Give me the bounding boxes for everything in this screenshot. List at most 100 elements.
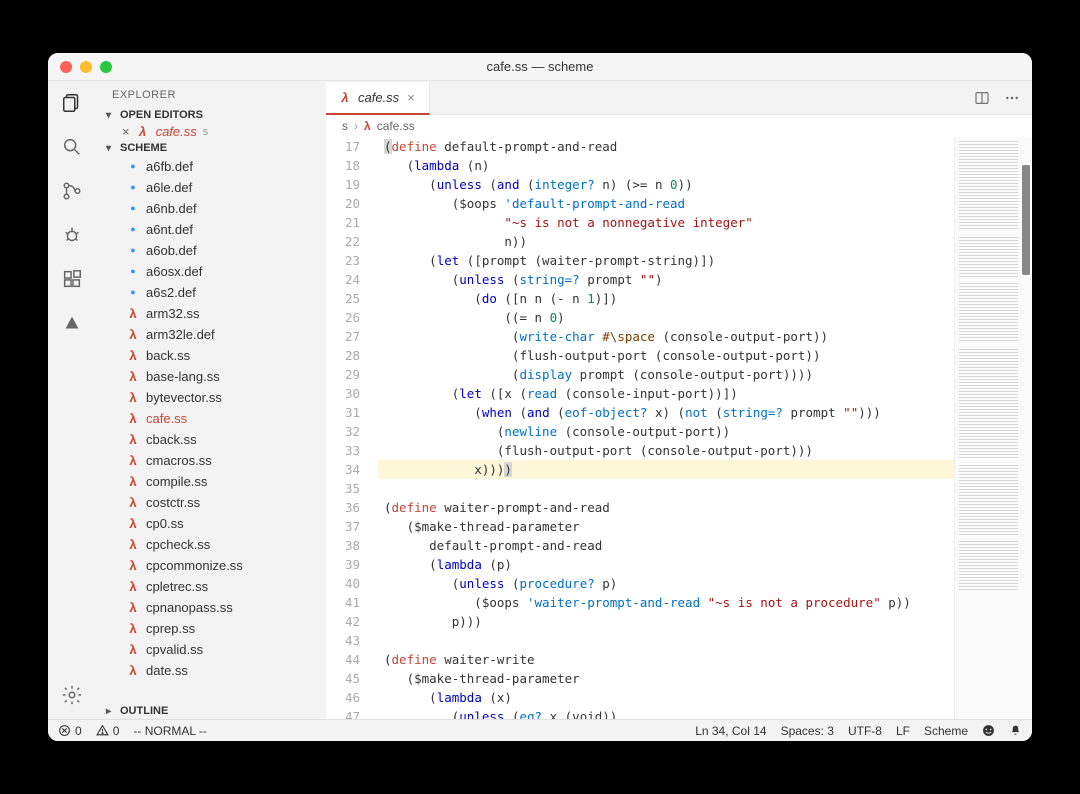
code-line[interactable]: (write-char #\space (console-output-port…: [378, 327, 954, 346]
maximize-window-button[interactable]: [100, 61, 112, 73]
minimize-window-button[interactable]: [80, 61, 92, 73]
file-item[interactable]: λbytevector.ss: [96, 387, 326, 408]
file-item[interactable]: ●a6le.def: [96, 177, 326, 198]
source-control-activity-icon[interactable]: [60, 179, 84, 203]
line-number: 23: [326, 251, 360, 270]
errors-count[interactable]: 0: [58, 724, 82, 738]
file-item[interactable]: ●a6ob.def: [96, 240, 326, 261]
minimap-block: [959, 283, 1018, 343]
file-name: cp0.ss: [146, 514, 184, 533]
file-item[interactable]: ●a6nt.def: [96, 219, 326, 240]
encoding[interactable]: UTF-8: [848, 724, 882, 738]
code-line[interactable]: (define waiter-prompt-and-read: [378, 498, 954, 517]
code-line[interactable]: (flush-output-port (console-output-port)…: [378, 346, 954, 365]
tab-cafe-ss[interactable]: λ cafe.ss ×: [326, 82, 430, 115]
code-line[interactable]: (display prompt (console-output-port)))): [378, 365, 954, 384]
close-tab-icon[interactable]: ×: [405, 90, 417, 105]
code-line[interactable]: ($make-thread-parameter: [378, 669, 954, 688]
warnings-count[interactable]: 0: [96, 724, 120, 738]
file-item[interactable]: λdate.ss: [96, 660, 326, 681]
file-item[interactable]: λcpnanopass.ss: [96, 597, 326, 618]
code-line[interactable]: [378, 479, 954, 498]
code-line[interactable]: ($make-thread-parameter: [378, 517, 954, 536]
file-name: bytevector.ss: [146, 388, 222, 407]
vim-mode: -- NORMAL --: [133, 724, 207, 738]
code-line[interactable]: (unless (eq? x (void)): [378, 707, 954, 719]
file-item[interactable]: λcpcommonize.ss: [96, 555, 326, 576]
def-file-icon: ●: [126, 157, 140, 176]
code-line[interactable]: (lambda (x): [378, 688, 954, 707]
file-item[interactable]: λcprep.ss: [96, 618, 326, 639]
file-item[interactable]: λcostctr.ss: [96, 492, 326, 513]
code-line[interactable]: n)): [378, 232, 954, 251]
code-line[interactable]: (do ([n n (- n 1)]): [378, 289, 954, 308]
code-line[interactable]: (unless (and (integer? n) (>= n 0)): [378, 175, 954, 194]
custom-activity-icon[interactable]: [60, 311, 84, 335]
more-actions-icon[interactable]: [1004, 90, 1020, 106]
feedback-icon[interactable]: [982, 724, 995, 737]
indentation[interactable]: Spaces: 3: [781, 724, 834, 738]
code-line[interactable]: [378, 631, 954, 650]
search-activity-icon[interactable]: [60, 135, 84, 159]
file-item[interactable]: λarm32.ss: [96, 303, 326, 324]
file-item[interactable]: λcafe.ss: [96, 408, 326, 429]
split-editor-icon[interactable]: [974, 90, 990, 106]
open-editors-section-header[interactable]: ▾ OPEN EDITORS: [96, 107, 326, 123]
lambda-file-icon: λ: [126, 367, 140, 386]
minimap[interactable]: [954, 137, 1032, 719]
language-mode[interactable]: Scheme: [924, 724, 968, 738]
code-line[interactable]: (define waiter-write: [378, 650, 954, 669]
project-section-header[interactable]: ▾ SCHEME: [96, 140, 326, 156]
code-line[interactable]: (when (and (eof-object? x) (not (string=…: [378, 403, 954, 422]
file-item[interactable]: ●a6fb.def: [96, 156, 326, 177]
open-editor-item[interactable]: × λ cafe.ss s: [96, 123, 326, 140]
file-item[interactable]: λback.ss: [96, 345, 326, 366]
file-item[interactable]: λcpcheck.ss: [96, 534, 326, 555]
file-item[interactable]: λcback.ss: [96, 429, 326, 450]
breadcrumb[interactable]: s › λ cafe.ss: [326, 115, 1032, 137]
outline-section-header[interactable]: ▸ OUTLINE: [96, 703, 326, 719]
code-line[interactable]: (newline (console-output-port)): [378, 422, 954, 441]
code-line[interactable]: (unless (procedure? p): [378, 574, 954, 593]
tabs-row: λ cafe.ss ×: [326, 81, 1032, 115]
code-line[interactable]: (unless (string=? prompt ""): [378, 270, 954, 289]
file-item[interactable]: ●a6s2.def: [96, 282, 326, 303]
code-line[interactable]: ((= n 0): [378, 308, 954, 327]
file-item[interactable]: ●a6nb.def: [96, 198, 326, 219]
minimap-scroll-thumb[interactable]: [1022, 165, 1030, 275]
settings-activity-icon[interactable]: [60, 683, 84, 707]
code-line[interactable]: (let ([x (read (console-input-port))]): [378, 384, 954, 403]
code-line[interactable]: (let ([prompt (waiter-prompt-string)]): [378, 251, 954, 270]
line-number: 43: [326, 631, 360, 650]
file-item[interactable]: λcp0.ss: [96, 513, 326, 534]
code-line[interactable]: ($oops 'waiter-prompt-and-read "~s is no…: [378, 593, 954, 612]
breadcrumb-part[interactable]: cafe.ss: [377, 119, 415, 133]
file-item[interactable]: λcmacros.ss: [96, 450, 326, 471]
close-editor-icon[interactable]: ×: [122, 124, 130, 139]
close-window-button[interactable]: [60, 61, 72, 73]
code-line[interactable]: default-prompt-and-read: [378, 536, 954, 555]
file-item[interactable]: λcompile.ss: [96, 471, 326, 492]
code-line[interactable]: x)))): [378, 460, 954, 479]
eol[interactable]: LF: [896, 724, 910, 738]
code-line[interactable]: (flush-output-port (console-output-port)…: [378, 441, 954, 460]
code-line[interactable]: "~s is not a nonnegative integer": [378, 213, 954, 232]
code-line[interactable]: p))): [378, 612, 954, 631]
file-item[interactable]: λcpvalid.ss: [96, 639, 326, 660]
notifications-icon[interactable]: [1009, 724, 1022, 737]
code-content[interactable]: (define default-prompt-and-read (lambda …: [378, 137, 954, 719]
code-line[interactable]: (define default-prompt-and-read: [378, 137, 954, 156]
file-item[interactable]: λarm32le.def: [96, 324, 326, 345]
breadcrumb-part[interactable]: s: [342, 119, 348, 133]
explorer-activity-icon[interactable]: [60, 91, 84, 115]
file-item[interactable]: λcpletrec.ss: [96, 576, 326, 597]
file-item[interactable]: ●a6osx.def: [96, 261, 326, 282]
cursor-position[interactable]: Ln 34, Col 14: [695, 724, 766, 738]
code-line[interactable]: (lambda (p): [378, 555, 954, 574]
code-line[interactable]: ($oops 'default-prompt-and-read: [378, 194, 954, 213]
extensions-activity-icon[interactable]: [60, 267, 84, 291]
file-item[interactable]: λbase-lang.ss: [96, 366, 326, 387]
code-line[interactable]: (lambda (n): [378, 156, 954, 175]
code-editor[interactable]: 1718192021222324252627282930313233343536…: [326, 137, 1032, 719]
debug-activity-icon[interactable]: [60, 223, 84, 247]
